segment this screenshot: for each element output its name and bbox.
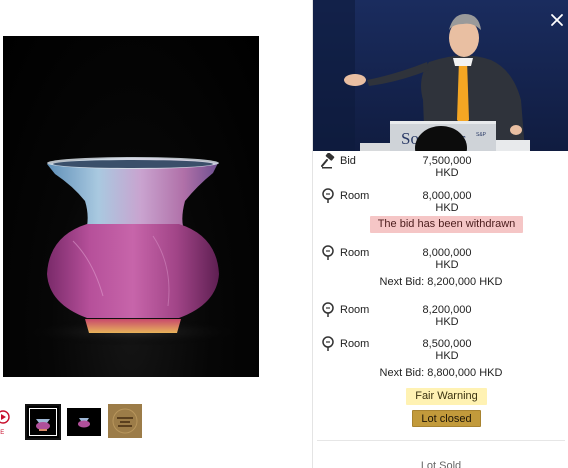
room-bidder-icon <box>321 188 335 204</box>
bid-amount: 7,500,000 HKD <box>422 155 472 179</box>
bid-amount: 8,000,000 HKD <box>422 247 472 271</box>
bid-source-label: Room <box>340 190 370 202</box>
bid-source-label: Room <box>340 304 370 316</box>
bid-source-label: Bid <box>340 155 356 167</box>
room-bidder-icon <box>321 302 335 318</box>
save-label: VE <box>0 430 5 436</box>
thumbnail-base-mark[interactable] <box>108 404 142 438</box>
live-bidding-pane: Sotheby's S&P Bid 7,500,000 HKD <box>312 0 568 468</box>
bid-row: Room 8,000,000 HKD <box>313 243 568 271</box>
room-bidder-icon <box>321 336 335 352</box>
close-icon <box>551 14 563 26</box>
bid-feed: Bid 7,500,000 HKD Room 8,000,000 HKD The… <box>313 151 568 468</box>
vase-photo <box>13 157 253 346</box>
base-mark-thumbnail-image <box>108 404 142 438</box>
lot-closed-badge: Lot closed <box>412 410 481 427</box>
divider <box>317 440 565 441</box>
next-bid-text: Next Bid: 8,200,000 HKD <box>379 276 503 288</box>
lot-main-image[interactable] <box>3 36 259 377</box>
room-bidder-icon <box>321 245 335 261</box>
vase-thumbnail-image <box>78 418 90 428</box>
bid-source-label: Room <box>340 338 370 350</box>
live-video-stream[interactable]: Sotheby's S&P <box>313 0 568 151</box>
thumbnail-strip: VE <box>0 404 312 442</box>
lot-sold-status: Lot Sold <box>420 460 462 468</box>
thumbnail-front-view[interactable] <box>25 404 61 440</box>
eye-icon <box>0 410 10 424</box>
bid-withdrawn-notice: The bid has been withdrawn <box>370 216 523 233</box>
lectern-small-text: S&P <box>476 132 487 138</box>
save-button[interactable]: VE <box>0 410 10 438</box>
bid-amount: 8,000,000 HKD <box>422 190 472 214</box>
bid-source-label: Room <box>340 247 370 259</box>
bid-row: Bid 7,500,000 HKD <box>313 151 568 179</box>
fair-warning-badge: Fair Warning <box>406 388 487 405</box>
thumbnail-side-view[interactable] <box>67 408 101 436</box>
lot-image-pane: VE <box>0 0 312 468</box>
next-bid-text: Next Bid: 8,800,000 HKD <box>379 367 503 379</box>
bid-row: Room 8,000,000 HKD <box>313 186 568 214</box>
bid-row: Room 8,200,000 HKD <box>313 300 568 328</box>
vase-thumbnail-image <box>36 419 50 431</box>
bid-amount: 8,200,000 HKD <box>422 304 472 328</box>
bid-row: Room 8,500,000 HKD <box>313 334 568 362</box>
bid-amount: 8,500,000 HKD <box>422 338 472 362</box>
close-video-button[interactable] <box>549 12 565 28</box>
auctioneer-video-frame: Sotheby's S&P <box>313 0 568 151</box>
gavel-icon <box>321 152 335 169</box>
